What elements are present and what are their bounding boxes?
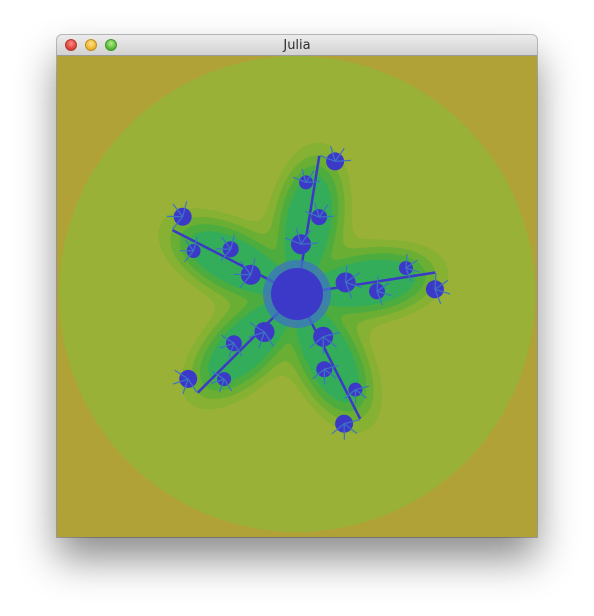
julia-fractal-image [57, 56, 537, 537]
fractal-core [271, 268, 323, 320]
app-window: Julia [57, 35, 537, 537]
title-bar[interactable]: Julia [57, 35, 537, 56]
window-title: Julia [283, 38, 311, 53]
julia-canvas[interactable] [57, 56, 537, 537]
